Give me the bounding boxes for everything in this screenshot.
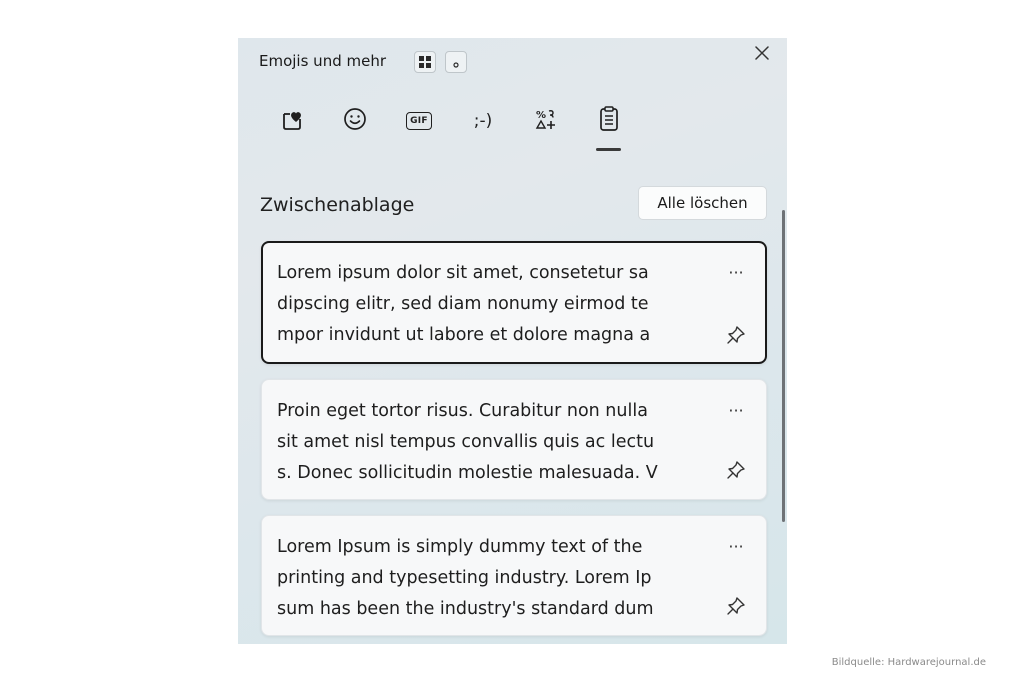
pin-icon bbox=[726, 596, 746, 620]
heart-recent-icon bbox=[280, 107, 304, 135]
tab-clipboard[interactable] bbox=[591, 104, 627, 138]
pin-icon bbox=[726, 325, 746, 349]
panel-compact-button[interactable] bbox=[445, 51, 467, 73]
pin-button[interactable] bbox=[725, 326, 747, 348]
symbols-icon: % bbox=[534, 107, 558, 135]
more-options-button[interactable]: ··· bbox=[724, 262, 748, 282]
clipboard-item-text: Lorem Ipsum is simply dummy text of the … bbox=[277, 537, 654, 619]
gif-icon: GIF bbox=[406, 112, 432, 130]
tab-kaomoji[interactable]: ;-) bbox=[465, 104, 501, 138]
tab-emoji[interactable] bbox=[337, 104, 373, 138]
more-options-button[interactable]: ··· bbox=[724, 400, 748, 420]
clear-all-button[interactable]: Alle löschen bbox=[638, 186, 767, 220]
clipboard-item[interactable]: Proin eget tortor risus. Curabitur non n… bbox=[261, 379, 767, 500]
tab-symbols[interactable]: % bbox=[528, 104, 564, 138]
clipboard-item-text: Lorem ipsum dolor sit amet, consetetur s… bbox=[277, 263, 651, 345]
pin-button[interactable] bbox=[725, 597, 747, 619]
clipboard-item[interactable]: Lorem Ipsum is simply dummy text of the … bbox=[261, 515, 767, 636]
scrollbar[interactable] bbox=[782, 210, 785, 522]
panel-grid-button[interactable] bbox=[414, 51, 436, 73]
clipboard-section-title: Zwischenablage bbox=[260, 194, 415, 216]
tab-recent[interactable] bbox=[274, 104, 310, 138]
selected-tab-indicator bbox=[596, 148, 621, 151]
gif-label: GIF bbox=[410, 116, 428, 126]
more-icon: ··· bbox=[728, 400, 744, 420]
clipboard-icon bbox=[597, 106, 621, 136]
emoji-clipboard-panel: Emojis und mehr GIF ;-) % Zwischenablage… bbox=[238, 38, 787, 644]
more-icon: ··· bbox=[728, 262, 744, 282]
pin-icon bbox=[726, 460, 746, 484]
small-dot-icon bbox=[451, 53, 461, 72]
more-icon: ··· bbox=[728, 536, 744, 556]
more-options-button[interactable]: ··· bbox=[724, 536, 748, 556]
clipboard-item-text: Proin eget tortor risus. Curabitur non n… bbox=[277, 401, 658, 483]
panel-title: Emojis und mehr bbox=[259, 52, 387, 70]
svg-text:%: % bbox=[536, 110, 546, 121]
clipboard-item[interactable]: Lorem ipsum dolor sit amet, consetetur s… bbox=[261, 241, 767, 364]
close-icon bbox=[754, 45, 770, 65]
smiley-icon bbox=[343, 107, 367, 135]
image-credit: Bildquelle: Hardwarejournal.de bbox=[831, 657, 986, 668]
kaomoji-icon: ;-) bbox=[473, 111, 493, 131]
grid-icon bbox=[419, 53, 431, 72]
close-button[interactable] bbox=[750, 43, 774, 67]
tab-gif[interactable]: GIF bbox=[401, 104, 437, 138]
pin-button[interactable] bbox=[725, 461, 747, 483]
